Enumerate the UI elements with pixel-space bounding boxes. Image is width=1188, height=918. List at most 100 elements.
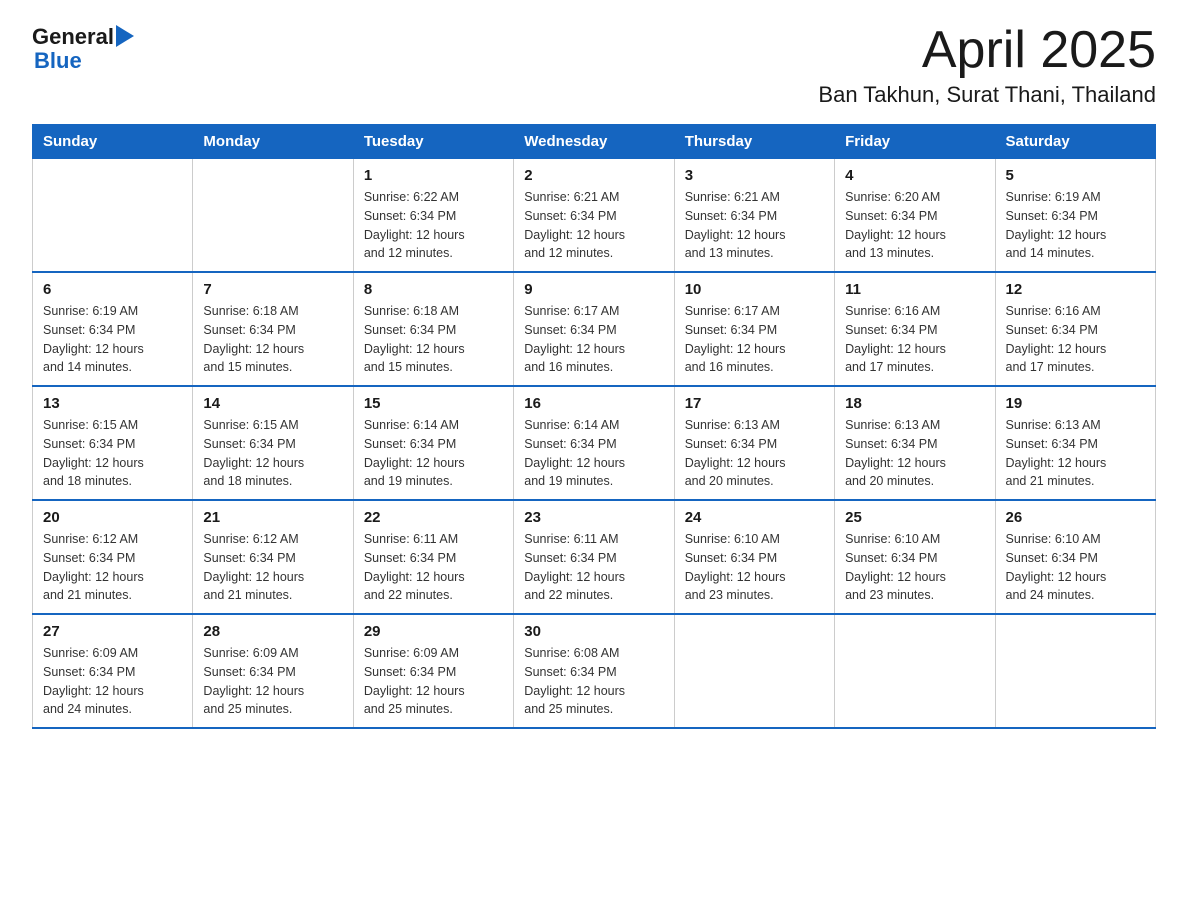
day-number: 29 xyxy=(364,623,503,640)
calendar-day-cell: 1 Sunrise: 6:22 AM Sunset: 6:34 PM Daylig… xyxy=(353,159,513,273)
day-info: Sunrise: 6:20 AM Sunset: 6:34 PM Dayligh… xyxy=(845,188,984,263)
day-info: Sunrise: 6:08 AM Sunset: 6:34 PM Dayligh… xyxy=(524,644,663,719)
calendar-day-cell: 15 Sunrise: 6:14 AM Sunset: 6:34 PM Dayli… xyxy=(353,386,513,500)
calendar-week-row: 27 Sunrise: 6:09 AM Sunset: 6:34 PM Dayli… xyxy=(33,614,1156,728)
day-number: 7 xyxy=(203,281,342,298)
day-info: Sunrise: 6:11 AM Sunset: 6:34 PM Dayligh… xyxy=(364,530,503,605)
calendar-day-cell: 9 Sunrise: 6:17 AM Sunset: 6:34 PM Daylig… xyxy=(514,272,674,386)
day-number: 9 xyxy=(524,281,663,298)
calendar-day-cell xyxy=(33,159,193,273)
day-info: Sunrise: 6:16 AM Sunset: 6:34 PM Dayligh… xyxy=(845,302,984,377)
day-info: Sunrise: 6:09 AM Sunset: 6:34 PM Dayligh… xyxy=(203,644,342,719)
calendar-day-cell: 3 Sunrise: 6:21 AM Sunset: 6:34 PM Daylig… xyxy=(674,159,834,273)
calendar-day-cell xyxy=(995,614,1155,728)
day-number: 28 xyxy=(203,623,342,640)
calendar-week-row: 13 Sunrise: 6:15 AM Sunset: 6:34 PM Dayli… xyxy=(33,386,1156,500)
calendar-day-cell: 4 Sunrise: 6:20 AM Sunset: 6:34 PM Daylig… xyxy=(835,159,995,273)
calendar-day-cell: 25Sunrise: 6:10 AM Sunset: 6:34 PM Dayli… xyxy=(835,500,995,614)
month-title: April 2025 xyxy=(818,24,1156,76)
day-number: 2 xyxy=(524,167,663,184)
calendar-day-cell: 18Sunrise: 6:13 AM Sunset: 6:34 PM Dayli… xyxy=(835,386,995,500)
calendar-day-cell: 21Sunrise: 6:12 AM Sunset: 6:34 PM Dayli… xyxy=(193,500,353,614)
calendar-day-cell: 29 Sunrise: 6:09 AM Sunset: 6:34 PM Dayli… xyxy=(353,614,513,728)
day-number: 25 xyxy=(845,509,984,526)
day-info: Sunrise: 6:17 AM Sunset: 6:34 PM Dayligh… xyxy=(524,302,663,377)
calendar-day-cell: 28 Sunrise: 6:09 AM Sunset: 6:34 PM Dayli… xyxy=(193,614,353,728)
day-info: Sunrise: 6:14 AM Sunset: 6:34 PM Dayligh… xyxy=(364,416,503,491)
calendar-day-cell: 8 Sunrise: 6:18 AM Sunset: 6:34 PM Daylig… xyxy=(353,272,513,386)
calendar-header: SundayMondayTuesdayWednesdayThursdayFrid… xyxy=(33,125,1156,159)
location-title: Ban Takhun, Surat Thani, Thailand xyxy=(818,82,1156,108)
day-info: Sunrise: 6:09 AM Sunset: 6:34 PM Dayligh… xyxy=(43,644,182,719)
day-number: 13 xyxy=(43,395,182,412)
day-info: Sunrise: 6:22 AM Sunset: 6:34 PM Dayligh… xyxy=(364,188,503,263)
logo-blue-text: Blue xyxy=(34,50,82,72)
day-number: 12 xyxy=(1006,281,1145,298)
calendar-day-cell: 12 Sunrise: 6:16 AM Sunset: 6:34 PM Dayli… xyxy=(995,272,1155,386)
day-number: 19 xyxy=(1006,395,1145,412)
day-number: 8 xyxy=(364,281,503,298)
calendar-day-cell: 24Sunrise: 6:10 AM Sunset: 6:34 PM Dayli… xyxy=(674,500,834,614)
calendar-day-cell: 23 Sunrise: 6:11 AM Sunset: 6:34 PM Dayli… xyxy=(514,500,674,614)
day-info: Sunrise: 6:13 AM Sunset: 6:34 PM Dayligh… xyxy=(845,416,984,491)
calendar-table: SundayMondayTuesdayWednesdayThursdayFrid… xyxy=(32,124,1156,729)
day-info: Sunrise: 6:13 AM Sunset: 6:34 PM Dayligh… xyxy=(1006,416,1145,491)
day-number: 15 xyxy=(364,395,503,412)
calendar-day-cell: 19 Sunrise: 6:13 AM Sunset: 6:34 PM Dayli… xyxy=(995,386,1155,500)
logo-general-text: General xyxy=(32,24,114,50)
day-info: Sunrise: 6:10 AM Sunset: 6:34 PM Dayligh… xyxy=(1006,530,1145,605)
day-number: 17 xyxy=(685,395,824,412)
calendar-header-cell: Tuesday xyxy=(353,125,513,159)
day-number: 6 xyxy=(43,281,182,298)
calendar-day-cell xyxy=(193,159,353,273)
day-number: 30 xyxy=(524,623,663,640)
day-number: 21 xyxy=(203,509,342,526)
calendar-day-cell: 26Sunrise: 6:10 AM Sunset: 6:34 PM Dayli… xyxy=(995,500,1155,614)
calendar-header-cell: Friday xyxy=(835,125,995,159)
calendar-day-cell: 7Sunrise: 6:18 AM Sunset: 6:34 PM Daylig… xyxy=(193,272,353,386)
day-info: Sunrise: 6:15 AM Sunset: 6:34 PM Dayligh… xyxy=(43,416,182,491)
calendar-day-cell: 22 Sunrise: 6:11 AM Sunset: 6:34 PM Dayli… xyxy=(353,500,513,614)
day-info: Sunrise: 6:15 AM Sunset: 6:34 PM Dayligh… xyxy=(203,416,342,491)
logo: General Blue xyxy=(32,24,134,72)
day-number: 3 xyxy=(685,167,824,184)
day-info: Sunrise: 6:16 AM Sunset: 6:34 PM Dayligh… xyxy=(1006,302,1145,377)
calendar-header-cell: Sunday xyxy=(33,125,193,159)
day-number: 14 xyxy=(203,395,342,412)
calendar-day-cell xyxy=(835,614,995,728)
calendar-day-cell: 17Sunrise: 6:13 AM Sunset: 6:34 PM Dayli… xyxy=(674,386,834,500)
day-info: Sunrise: 6:12 AM Sunset: 6:34 PM Dayligh… xyxy=(43,530,182,605)
day-number: 27 xyxy=(43,623,182,640)
day-info: Sunrise: 6:19 AM Sunset: 6:34 PM Dayligh… xyxy=(43,302,182,377)
day-info: Sunrise: 6:14 AM Sunset: 6:34 PM Dayligh… xyxy=(524,416,663,491)
day-info: Sunrise: 6:10 AM Sunset: 6:34 PM Dayligh… xyxy=(685,530,824,605)
day-info: Sunrise: 6:17 AM Sunset: 6:34 PM Dayligh… xyxy=(685,302,824,377)
calendar-day-cell: 6 Sunrise: 6:19 AM Sunset: 6:34 PM Daylig… xyxy=(33,272,193,386)
calendar-day-cell: 5 Sunrise: 6:19 AM Sunset: 6:34 PM Daylig… xyxy=(995,159,1155,273)
calendar-day-cell: 20Sunrise: 6:12 AM Sunset: 6:34 PM Dayli… xyxy=(33,500,193,614)
day-number: 16 xyxy=(524,395,663,412)
calendar-day-cell xyxy=(674,614,834,728)
day-info: Sunrise: 6:09 AM Sunset: 6:34 PM Dayligh… xyxy=(364,644,503,719)
day-number: 23 xyxy=(524,509,663,526)
calendar-header-row: SundayMondayTuesdayWednesdayThursdayFrid… xyxy=(33,125,1156,159)
day-number: 10 xyxy=(685,281,824,298)
logo-triangle-icon xyxy=(116,25,134,47)
day-number: 1 xyxy=(364,167,503,184)
calendar-header-cell: Saturday xyxy=(995,125,1155,159)
page-header: General Blue April 2025 Ban Takhun, Sura… xyxy=(32,24,1156,108)
calendar-body: 1 Sunrise: 6:22 AM Sunset: 6:34 PM Daylig… xyxy=(33,159,1156,729)
day-number: 11 xyxy=(845,281,984,298)
calendar-week-row: 6 Sunrise: 6:19 AM Sunset: 6:34 PM Daylig… xyxy=(33,272,1156,386)
day-info: Sunrise: 6:21 AM Sunset: 6:34 PM Dayligh… xyxy=(685,188,824,263)
day-info: Sunrise: 6:18 AM Sunset: 6:34 PM Dayligh… xyxy=(364,302,503,377)
calendar-day-cell: 14 Sunrise: 6:15 AM Sunset: 6:34 PM Dayli… xyxy=(193,386,353,500)
day-number: 5 xyxy=(1006,167,1145,184)
day-number: 22 xyxy=(364,509,503,526)
day-number: 4 xyxy=(845,167,984,184)
day-info: Sunrise: 6:19 AM Sunset: 6:34 PM Dayligh… xyxy=(1006,188,1145,263)
calendar-day-cell: 27 Sunrise: 6:09 AM Sunset: 6:34 PM Dayli… xyxy=(33,614,193,728)
calendar-header-cell: Wednesday xyxy=(514,125,674,159)
calendar-week-row: 20Sunrise: 6:12 AM Sunset: 6:34 PM Dayli… xyxy=(33,500,1156,614)
day-info: Sunrise: 6:11 AM Sunset: 6:34 PM Dayligh… xyxy=(524,530,663,605)
